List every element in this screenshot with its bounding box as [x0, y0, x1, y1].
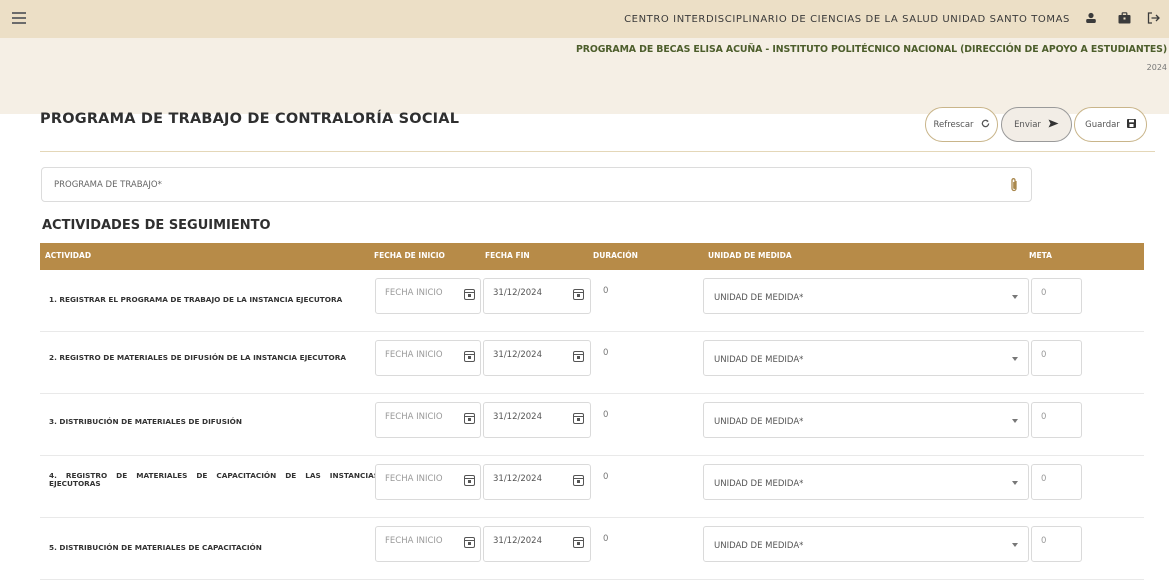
- calendar-icon[interactable]: [573, 413, 584, 424]
- calendar-icon[interactable]: [573, 351, 584, 362]
- activity-name: 3. DISTRIBUCIÓN DE MATERIALES DE DIFUSIÓ…: [49, 417, 242, 426]
- meta-value: 0: [1041, 350, 1047, 360]
- start-date-placeholder: FECHA INICIO: [385, 412, 443, 422]
- calendar-icon[interactable]: [573, 289, 584, 300]
- chevron-down-icon: [1012, 295, 1018, 299]
- end-date-field[interactable]: 31/12/2024: [483, 402, 591, 438]
- start-date-placeholder: FECHA INICIO: [385, 350, 443, 360]
- start-date-field[interactable]: FECHA INICIO: [375, 340, 481, 376]
- save-button[interactable]: Guardar: [1074, 107, 1147, 142]
- table-row: 5. DISTRIBUCIÓN DE MATERIALES DE CAPACIT…: [40, 518, 1144, 580]
- program-header: PROGRAMA DE BECAS ELISA ACUÑA - INSTITUT…: [0, 38, 1169, 114]
- unit-select[interactable]: UNIDAD DE MEDIDA*: [703, 464, 1029, 500]
- duration-value: 0: [603, 472, 609, 482]
- top-bar: CENTRO INTERDISCIPLINARIO DE CIENCIAS DE…: [0, 0, 1169, 38]
- refresh-button[interactable]: Refrescar: [925, 107, 998, 142]
- table-row: 1. REGISTRAR EL PROGRAMA DE TRABAJO DE L…: [40, 270, 1144, 332]
- user-icon[interactable]: [1082, 9, 1100, 27]
- end-date-value: 31/12/2024: [493, 412, 542, 422]
- column-header-end-date: FECHA FIN: [485, 251, 530, 260]
- end-date-field[interactable]: 31/12/2024: [483, 464, 591, 500]
- table-row: 3. DISTRIBUCIÓN DE MATERIALES DE DIFUSIÓ…: [40, 394, 1144, 456]
- table-row: 4. REGISTRO DE MATERIALES DE CAPACITACIÓ…: [40, 456, 1144, 518]
- refresh-button-label: Refrescar: [933, 119, 974, 130]
- column-header-activity: ACTIVIDAD: [45, 251, 92, 260]
- unit-select[interactable]: UNIDAD DE MEDIDA*: [703, 340, 1029, 376]
- chevron-down-icon: [1012, 543, 1018, 547]
- unit-select-label: UNIDAD DE MEDIDA*: [714, 355, 804, 365]
- activity-name: 1. REGISTRAR EL PROGRAMA DE TRABAJO DE L…: [49, 295, 343, 304]
- duration-value: 0: [603, 410, 609, 420]
- start-date-placeholder: FECHA INICIO: [385, 288, 443, 298]
- unit-select-label: UNIDAD DE MEDIDA*: [714, 293, 804, 303]
- attach-icon[interactable]: [1009, 177, 1021, 193]
- meta-value: 0: [1041, 288, 1047, 298]
- calendar-icon[interactable]: [464, 413, 475, 424]
- unit-select-label: UNIDAD DE MEDIDA*: [714, 541, 804, 551]
- calendar-icon[interactable]: [464, 351, 475, 362]
- calendar-icon[interactable]: [573, 537, 584, 548]
- calendar-icon[interactable]: [464, 289, 475, 300]
- send-button-label: Enviar: [1014, 119, 1041, 130]
- work-program-field[interactable]: PROGRAMA DE TRABAJO*: [41, 167, 1032, 202]
- duration-value: 0: [603, 534, 609, 544]
- calendar-icon[interactable]: [464, 475, 475, 486]
- column-header-unit: UNIDAD DE MEDIDA: [708, 251, 792, 260]
- meta-value: 0: [1041, 536, 1047, 546]
- column-header-duration: DURACIÓN: [593, 251, 638, 260]
- unit-select-label: UNIDAD DE MEDIDA*: [714, 417, 804, 427]
- end-date-field[interactable]: 31/12/2024: [483, 340, 591, 376]
- meta-value: 0: [1041, 412, 1047, 422]
- calendar-icon[interactable]: [464, 537, 475, 548]
- activity-name: 5. DISTRIBUCIÓN DE MATERIALES DE CAPACIT…: [49, 543, 262, 552]
- meta-field[interactable]: 0: [1031, 340, 1082, 376]
- end-date-value: 31/12/2024: [493, 350, 542, 360]
- title-divider: [40, 151, 1155, 152]
- table-row: 2. REGISTRO DE MATERIALES DE DIFUSIÓN DE…: [40, 332, 1144, 394]
- meta-value: 0: [1041, 474, 1047, 484]
- refresh-icon: [981, 119, 990, 131]
- end-date-value: 31/12/2024: [493, 536, 542, 546]
- column-header-start-date: FECHA DE INICIO: [374, 251, 445, 260]
- menu-icon[interactable]: [12, 12, 26, 24]
- activity-name: 2. REGISTRO DE MATERIALES DE DIFUSIÓN DE…: [49, 353, 347, 362]
- calendar-icon[interactable]: [573, 475, 584, 486]
- start-date-field[interactable]: FECHA INICIO: [375, 464, 481, 500]
- chevron-down-icon: [1012, 419, 1018, 423]
- start-date-placeholder: FECHA INICIO: [385, 474, 443, 484]
- end-date-value: 31/12/2024: [493, 288, 542, 298]
- chevron-down-icon: [1012, 357, 1018, 361]
- end-date-value: 31/12/2024: [493, 474, 542, 484]
- start-date-field[interactable]: FECHA INICIO: [375, 402, 481, 438]
- save-button-label: Guardar: [1085, 119, 1120, 130]
- page-title: PROGRAMA DE TRABAJO DE CONTRALORÍA SOCIA…: [40, 111, 460, 127]
- send-icon: [1048, 119, 1059, 131]
- end-date-field[interactable]: 31/12/2024: [483, 278, 591, 314]
- logout-icon[interactable]: [1144, 9, 1162, 27]
- chevron-down-icon: [1012, 481, 1018, 485]
- column-header-meta: META: [1029, 251, 1052, 260]
- send-button[interactable]: Enviar: [1001, 107, 1072, 142]
- start-date-placeholder: FECHA INICIO: [385, 536, 443, 546]
- section-title: ACTIVIDADES DE SEGUIMIENTO: [42, 218, 271, 233]
- meta-field[interactable]: 0: [1031, 278, 1082, 314]
- unit-select-label: UNIDAD DE MEDIDA*: [714, 479, 804, 489]
- start-date-field[interactable]: FECHA INICIO: [375, 278, 481, 314]
- meta-field[interactable]: 0: [1031, 464, 1082, 500]
- table-header: ACTIVIDAD FECHA DE INICIO FECHA FIN DURA…: [40, 243, 1144, 270]
- work-program-label: PROGRAMA DE TRABAJO*: [54, 180, 162, 190]
- activity-name: 4. REGISTRO DE MATERIALES DE CAPACITACIÓ…: [49, 471, 379, 488]
- duration-value: 0: [603, 348, 609, 358]
- year-label: 2024: [1146, 63, 1167, 72]
- briefcase-icon[interactable]: [1115, 9, 1133, 27]
- meta-field[interactable]: 0: [1031, 402, 1082, 438]
- duration-value: 0: [603, 286, 609, 296]
- unit-select[interactable]: UNIDAD DE MEDIDA*: [703, 278, 1029, 314]
- unit-select[interactable]: UNIDAD DE MEDIDA*: [703, 402, 1029, 438]
- center-name: CENTRO INTERDISCIPLINARIO DE CIENCIAS DE…: [624, 14, 1070, 25]
- program-name: PROGRAMA DE BECAS ELISA ACUÑA - INSTITUT…: [575, 44, 1167, 55]
- save-icon: [1126, 118, 1136, 131]
